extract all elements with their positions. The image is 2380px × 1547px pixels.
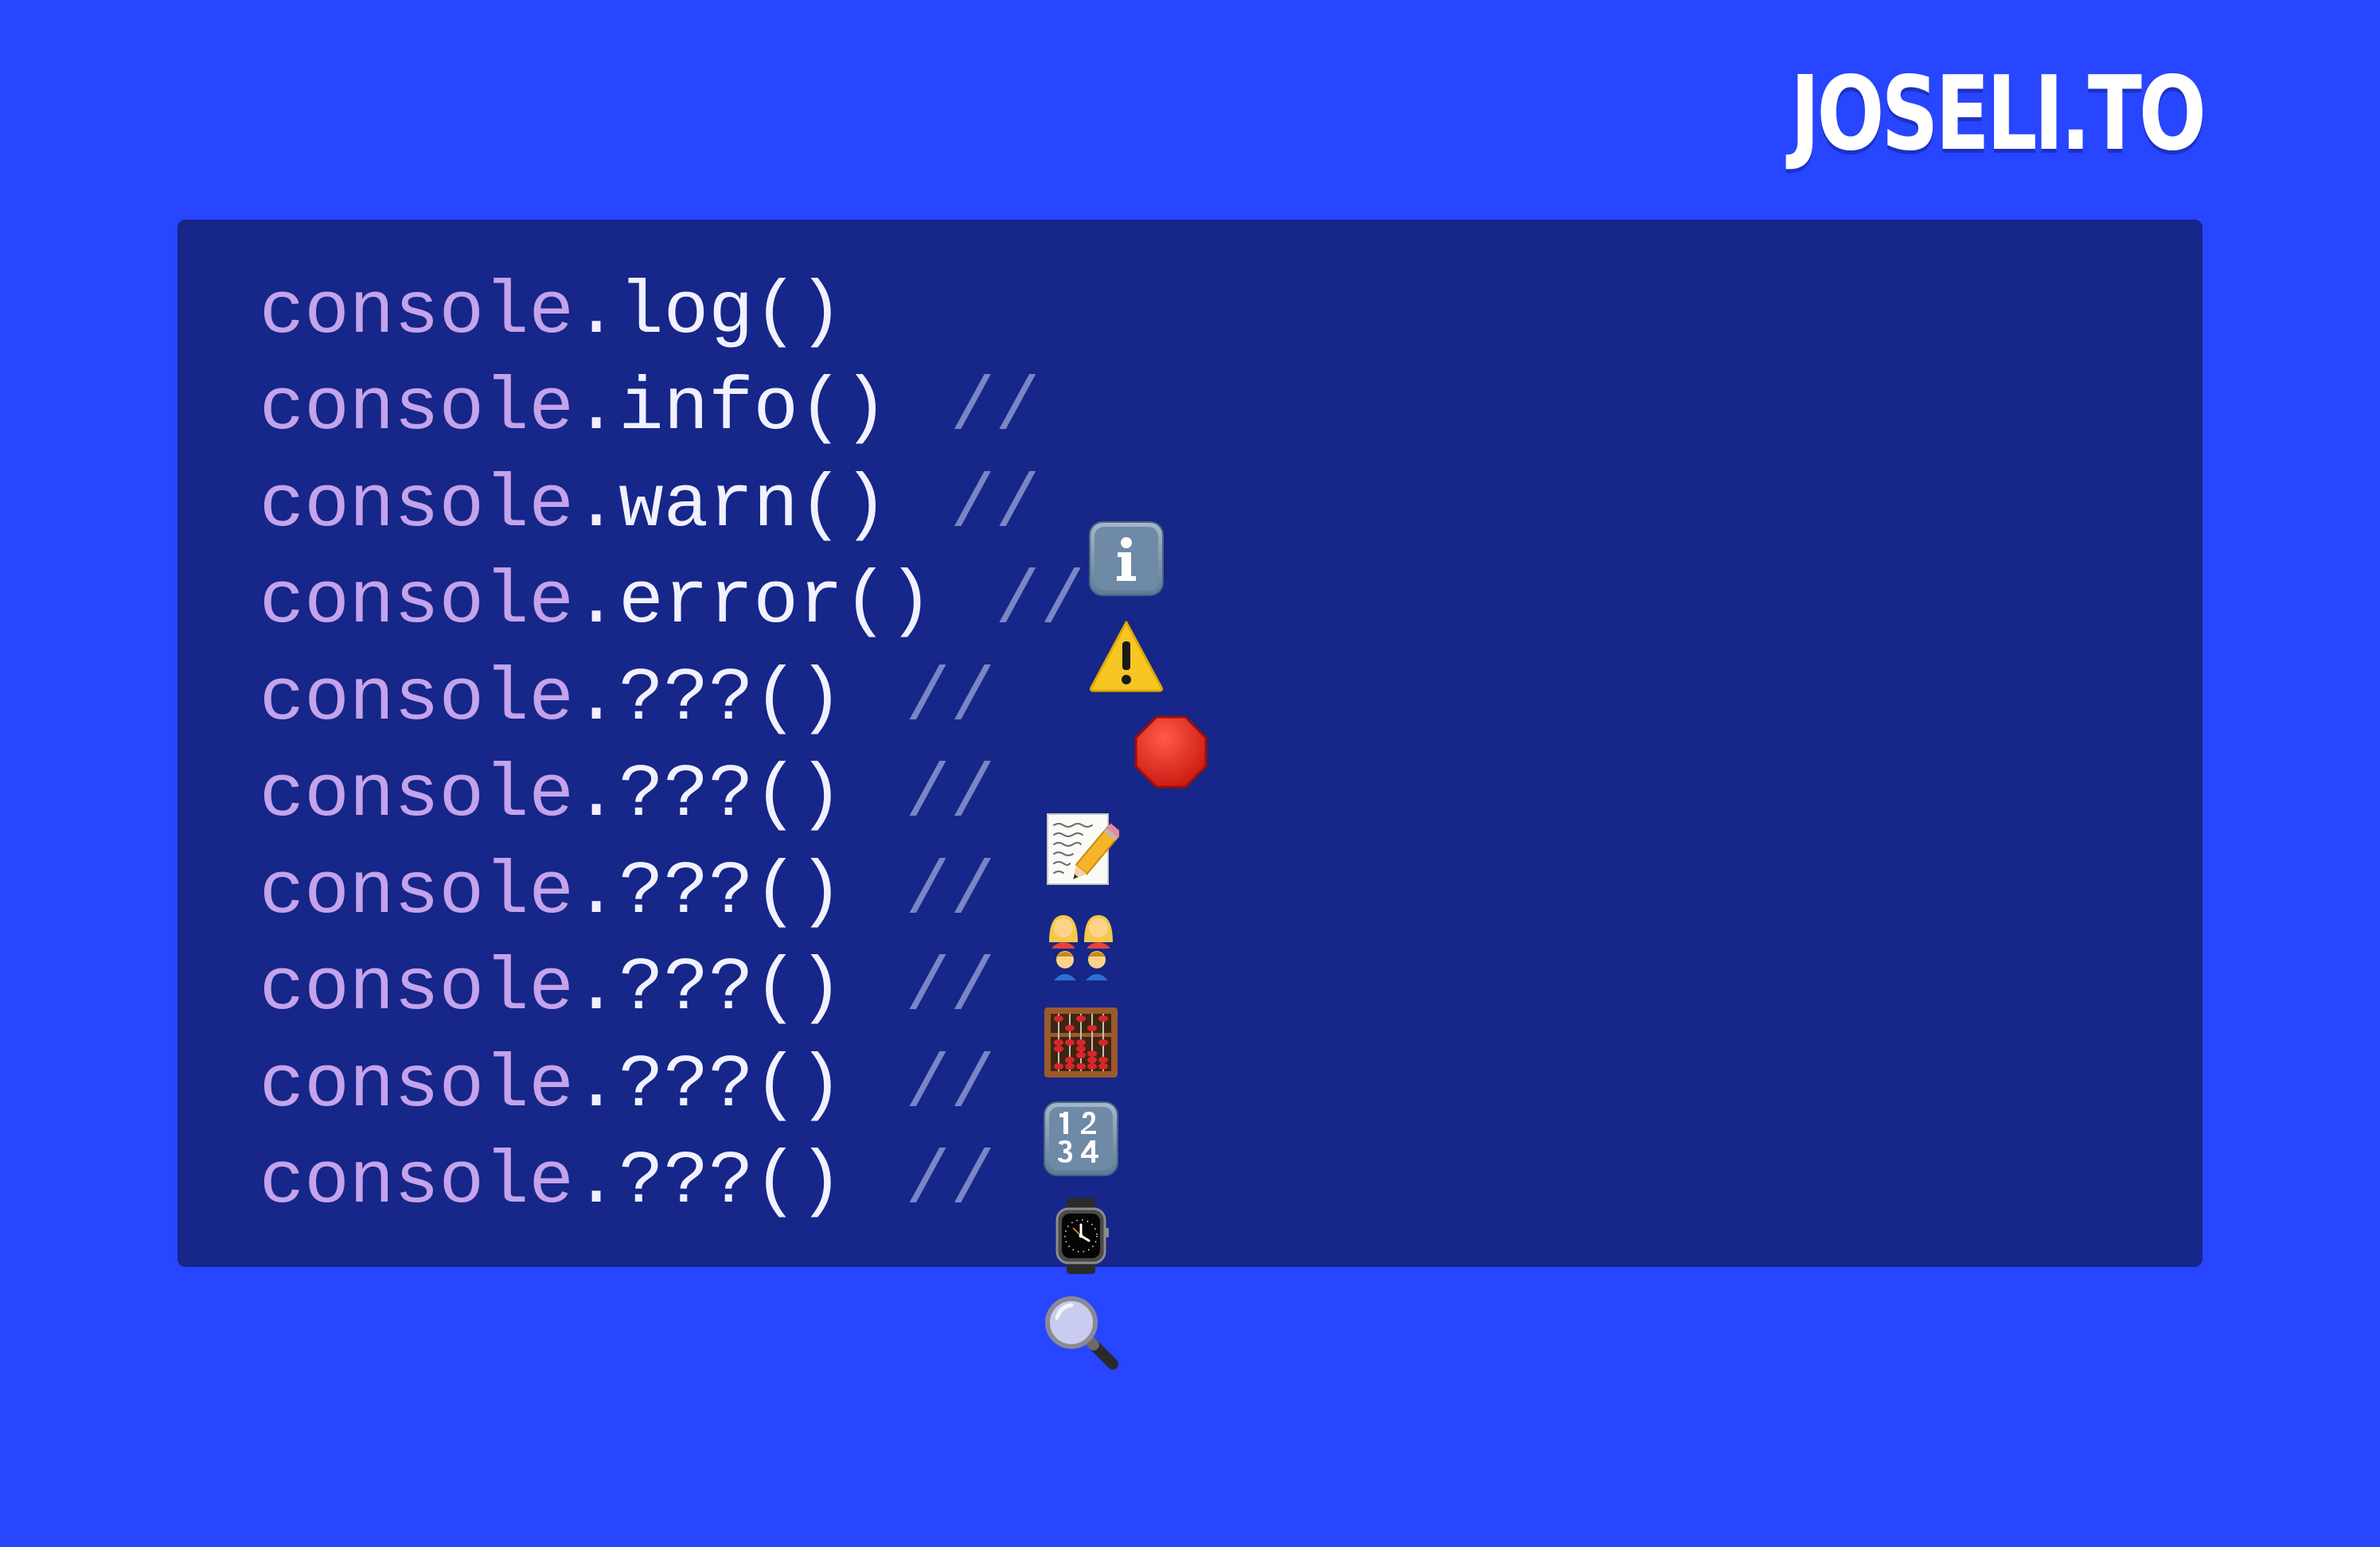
watch-icon [1043, 1048, 1119, 1274]
code-line-numbers: console.???()// [259, 941, 1209, 1177]
code-parens: () [753, 947, 844, 1032]
code-object: console [259, 1043, 574, 1128]
code-parens: () [753, 657, 844, 742]
code-dot: . [573, 1043, 619, 1128]
code-method: ??? [618, 947, 754, 1032]
code-method: ??? [618, 754, 754, 839]
code-comment: // [905, 1043, 996, 1128]
code-dot: . [573, 270, 619, 355]
code-object: console [259, 270, 574, 355]
code-method: error [618, 560, 844, 645]
code-line-memo: console.???()// [259, 651, 1209, 885]
code-dot: . [573, 367, 619, 452]
code-dot: . [573, 1140, 619, 1226]
code-object: console [259, 560, 574, 645]
code-method: log [618, 270, 754, 355]
code-parens: () [753, 754, 844, 839]
code-line-abacus: console.???()// [259, 844, 1209, 1077]
code-lines: console. log() console. info()// console… [259, 264, 1209, 1370]
code-dot: . [573, 560, 619, 645]
code-comment: // [905, 657, 996, 742]
code-method: warn [618, 463, 798, 548]
code-dot: . [573, 850, 619, 935]
code-object: console [259, 850, 574, 935]
numbers-1234-icon [1043, 951, 1119, 1177]
information-icon [1088, 371, 1165, 597]
magnifying-glass-icon [1043, 1144, 1119, 1370]
code-comment: // [995, 560, 1085, 645]
warning-icon [1088, 468, 1165, 692]
code-parens: () [753, 850, 844, 935]
code-method: ??? [618, 657, 754, 742]
code-method: ??? [618, 1043, 754, 1128]
code-comment: // [950, 463, 1040, 548]
code-comment: // [950, 367, 1040, 452]
code-line-error: console. error()// [259, 555, 1209, 789]
stop-sign-icon [1133, 564, 1209, 789]
code-object: console [259, 463, 574, 548]
code-comment: // [905, 850, 996, 935]
code-object: console [259, 754, 574, 839]
code-parens: () [798, 463, 888, 548]
code-line-watch: console.???()// [259, 1038, 1209, 1274]
code-method: ??? [618, 850, 754, 935]
code-parens: () [843, 560, 934, 645]
code-dot: . [573, 657, 619, 742]
code-parens: () [753, 270, 844, 355]
code-parens: () [753, 1043, 844, 1128]
code-panel: console. log() console. info()// console… [178, 220, 2202, 1370]
code-parens: () [753, 1140, 844, 1226]
code-dot: . [573, 754, 619, 839]
code-line-info: console. info()// [259, 361, 1209, 597]
code-line-log: console. log() [259, 264, 1209, 361]
memo-icon [1043, 661, 1120, 885]
code-comment: // [905, 947, 996, 1032]
code-method: ??? [618, 1140, 754, 1226]
brand-logo: JOSELI.TO [1790, 55, 2206, 173]
family-icon [1043, 758, 1119, 981]
code-dot: . [573, 947, 619, 1032]
code-line-warn: console. warn()// [259, 458, 1209, 692]
code-object: console [259, 367, 574, 452]
code-line-search: console.???() // [259, 1135, 1209, 1370]
code-comment: // [905, 754, 996, 839]
code-object: console [259, 657, 574, 742]
code-method: info [618, 367, 798, 452]
code-dot: . [573, 463, 619, 548]
code-object: console [259, 1140, 574, 1226]
code-parens: () [798, 367, 888, 452]
abacus-icon [1043, 855, 1119, 1077]
code-object: console [259, 947, 574, 1032]
code-comment: // [905, 1140, 996, 1226]
code-line-family: console.???()// [259, 748, 1209, 981]
